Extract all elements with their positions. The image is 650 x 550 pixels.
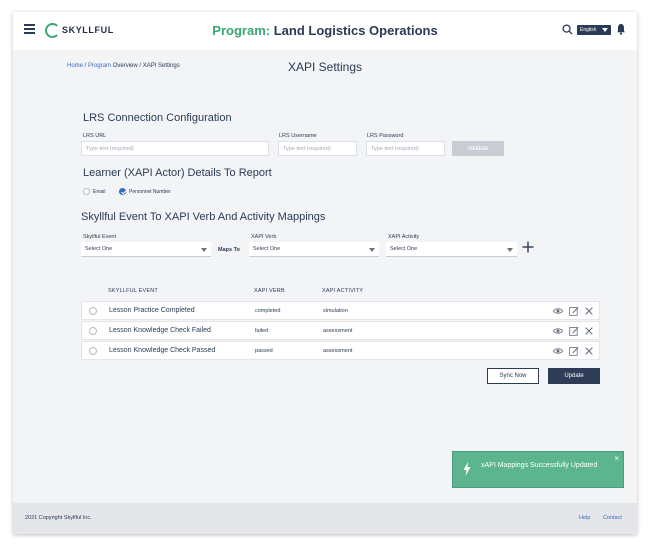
chevron-down-icon (201, 248, 207, 252)
toast-message: xAPI Mappings Successfully Updated (481, 462, 598, 469)
lrs-password-label: LRS Password (367, 133, 404, 139)
success-toast: xAPI Mappings Successfully Updated × (452, 451, 624, 488)
xapi-verb-select[interactable]: Select One (249, 242, 379, 257)
program-prefix: Program: (212, 23, 271, 38)
column-header-event: SKYLLFUL EVENT (108, 288, 158, 294)
maps-to-label: Maps To (218, 247, 240, 253)
edit-icon[interactable] (569, 346, 579, 356)
toast-close-icon[interactable]: × (614, 454, 619, 463)
row-verb: failed (255, 328, 269, 334)
delete-x-icon[interactable] (584, 306, 594, 316)
lrs-url-input[interactable] (81, 141, 269, 156)
skyllful-event-select-value: Select One (85, 246, 113, 252)
footer-copyright: 2021 Copyright Skyllful Inc. (25, 515, 92, 521)
chevron-down-icon (369, 248, 375, 252)
skyllful-event-label: Skyllful Event (83, 234, 117, 240)
table-row[interactable]: Lesson Practice Completed completed simu… (81, 301, 600, 320)
language-select[interactable]: English (577, 25, 611, 35)
radio-personnel-number[interactable]: Personnel Number (119, 188, 171, 195)
edit-icon[interactable] (569, 306, 579, 316)
footer-help-link[interactable]: Help (579, 515, 590, 521)
xapi-activity-select[interactable]: Select One (386, 242, 517, 257)
program-name: Land Logistics Operations (273, 23, 438, 38)
eye-icon[interactable] (553, 306, 563, 316)
learner-section-title: Learner (XAPI Actor) Details To Report (83, 167, 272, 179)
mappings-section-title: Skyllful Event To XAPI Verb And Activity… (81, 211, 326, 223)
plus-icon[interactable] (522, 241, 534, 253)
row-select-radio[interactable] (89, 307, 97, 315)
chevron-down-icon (507, 248, 513, 252)
eye-icon[interactable] (553, 346, 563, 356)
radio-email-circle[interactable] (83, 188, 90, 195)
eye-icon[interactable] (553, 326, 563, 336)
lrs-password-input[interactable] (366, 141, 445, 156)
skyllful-event-select[interactable]: Select One (81, 242, 211, 257)
edit-icon[interactable] (569, 326, 579, 336)
radio-personnel-number-label: Personnel Number (129, 188, 171, 195)
row-event: Lesson Practice Completed (109, 307, 195, 314)
row-activity: simulation (323, 308, 348, 314)
delete-x-icon[interactable] (584, 346, 594, 356)
lrs-username-label: LRS Username (279, 133, 317, 139)
delete-x-icon[interactable] (584, 326, 594, 336)
radio-personnel-number-circle[interactable] (119, 188, 126, 195)
bell-icon[interactable] (616, 23, 626, 35)
row-activity: assessment (323, 348, 353, 354)
page-title: XAPI Settings (287, 60, 363, 74)
radio-email-label: Email (93, 188, 106, 195)
program-title: Program: Land Logistics Operations (13, 23, 637, 38)
top-header: SKYLLFUL Program: Land Logistics Operati… (13, 12, 637, 50)
row-select-radio[interactable] (89, 327, 97, 335)
search-icon[interactable] (562, 24, 573, 35)
column-header-verb: XAPI VERB (254, 288, 285, 294)
lightning-bolt-icon (463, 462, 471, 476)
lrs-url-label: LRS URL (83, 133, 107, 139)
lrs-username-input[interactable] (278, 141, 357, 156)
row-activity: assessment (323, 328, 353, 334)
column-header-activity: XAPI ACTIVITY (322, 288, 364, 294)
sync-now-button[interactable]: Sync Now (487, 368, 539, 384)
row-event: Lesson Knowledge Check Passed (109, 347, 216, 354)
row-select-radio[interactable] (89, 347, 97, 355)
chevron-down-icon (602, 28, 608, 32)
radio-email[interactable]: Email (83, 188, 106, 195)
app-window: SKYLLFUL Program: Land Logistics Operati… (13, 12, 637, 534)
row-event: Lesson Knowledge Check Failed (109, 327, 211, 334)
xapi-activity-select-value: Select One (390, 246, 418, 252)
language-value: English (580, 27, 597, 33)
row-verb: passed (255, 348, 273, 354)
row-verb: completed (255, 308, 281, 314)
xapi-activity-label: XAPI Activity (388, 234, 420, 240)
lrs-section-title: LRS Connection Configuration (83, 112, 232, 124)
update-button[interactable]: Update (548, 368, 600, 384)
xapi-verb-select-value: Select One (253, 246, 281, 252)
table-row[interactable]: Lesson Knowledge Check Passed passed ass… (81, 341, 600, 360)
table-row[interactable]: Lesson Knowledge Check Failed failed ass… (81, 321, 600, 340)
footer: 2021 Copyright Skyllful Inc. Help Contac… (13, 503, 637, 534)
validate-button[interactable]: Validate (452, 141, 504, 156)
xapi-verb-label: XAPI Verb (251, 234, 277, 240)
footer-contact-link[interactable]: Contact (603, 515, 622, 521)
